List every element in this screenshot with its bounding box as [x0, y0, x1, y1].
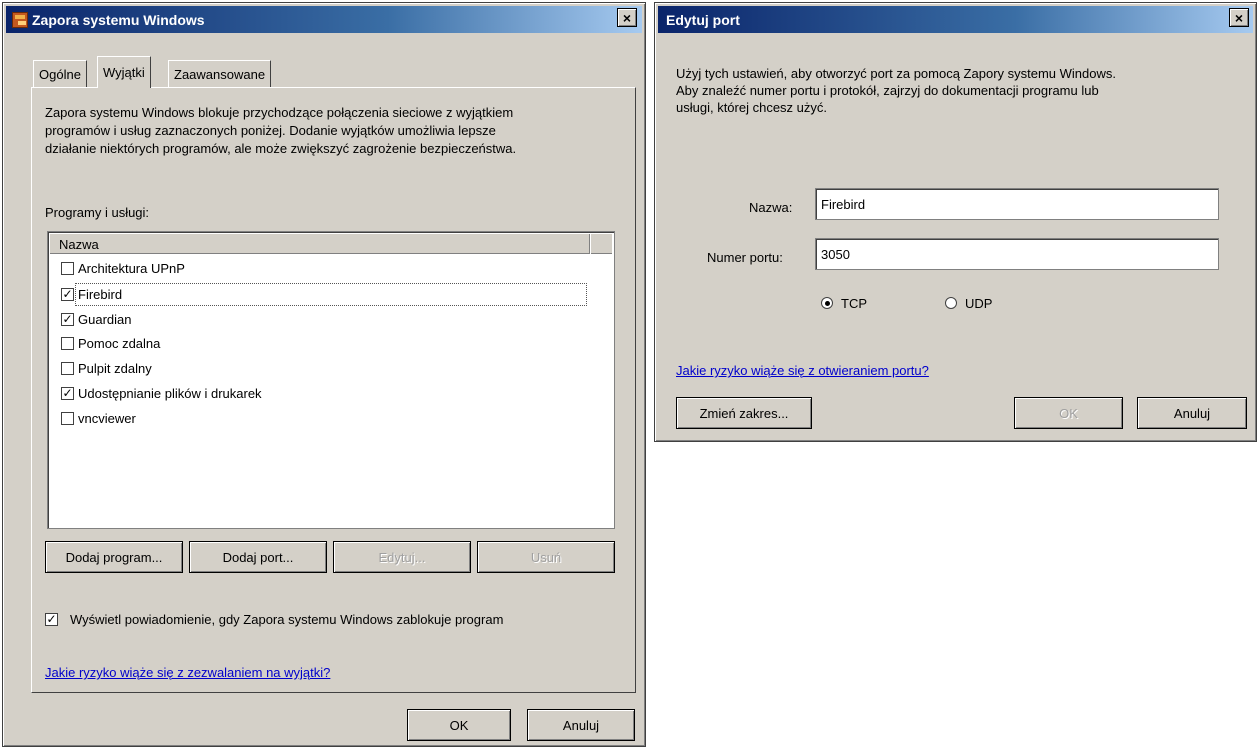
tab-advanced-label: Zaawansowane [174, 66, 266, 82]
add-port-button[interactable]: Dodaj port... [189, 541, 327, 573]
add-program-button[interactable]: Dodaj program... [45, 541, 183, 573]
tcp-radio-row[interactable]: TCP [821, 293, 867, 313]
column-header-empty[interactable] [590, 234, 612, 254]
edit-button[interactable]: Edytuj... [333, 541, 471, 573]
list-item-checkbox[interactable] [61, 411, 74, 425]
list-item[interactable]: ✓ Guardian [61, 309, 131, 329]
edit-port-description-line: Użyj tych ustawień, aby otworzyć port za… [676, 66, 1116, 81]
edit-port-cancel-label: Anuluj [1173, 405, 1211, 421]
list-item[interactable]: Pulpit zdalny [61, 358, 152, 378]
tcp-radio-label: TCP [841, 295, 867, 311]
radio-selected-dot [824, 300, 830, 306]
notify-checkbox-label: Wyświetl powiadomienie, gdy Zapora syste… [70, 611, 504, 627]
tab-general[interactable]: Ogólne [33, 60, 87, 87]
udp-radio-row[interactable]: UDP [945, 293, 992, 313]
firewall-description-line: Zapora systemu Windows blokuje przychodz… [45, 105, 514, 120]
port-number-input[interactable]: 3050 [815, 238, 1219, 270]
firewall-ok-button[interactable]: OK [407, 709, 511, 741]
list-item-checkbox[interactable] [61, 336, 74, 350]
list-item-checkbox[interactable]: ✓ [61, 287, 74, 301]
port-risk-link[interactable]: Jakie ryzyko wiąże się z otwieraniem por… [676, 363, 929, 378]
list-item-checkbox[interactable]: ✓ [61, 312, 74, 326]
edit-port-description-line: usługi, której chcesz użyć. [676, 100, 828, 115]
firewall-description: Zapora systemu Windows blokuje przychodz… [45, 104, 635, 158]
list-item-label: Firebird [78, 286, 123, 302]
change-scope-button[interactable]: Zmień zakres... [676, 397, 812, 429]
edit-port-title: Edytuj port [666, 11, 740, 28]
notify-checkbox[interactable]: ✓ [45, 612, 58, 626]
firewall-titlebar[interactable]: Zapora systemu Windows [6, 6, 642, 33]
programs-list-label: Programy i usługi: [45, 205, 150, 220]
edit-port-close-button[interactable]: × [1229, 8, 1249, 27]
column-header-name[interactable]: Nazwa [50, 234, 590, 254]
edit-port-ok-label: OK [1059, 405, 1078, 421]
firewall-description-line: programów i usług zaznaczonych poniżej. … [45, 123, 496, 138]
delete-button[interactable]: Usuń [477, 541, 615, 573]
edit-port-ok-button[interactable]: OK [1014, 397, 1123, 429]
list-item[interactable]: ✓ Firebird [61, 284, 122, 304]
list-item[interactable]: Architektura UPnP [61, 258, 185, 278]
change-scope-label: Zmień zakres... [699, 405, 789, 421]
firewall-app-icon [12, 11, 28, 28]
name-label: Nazwa: [749, 200, 793, 215]
edit-label: Edytuj... [378, 549, 426, 565]
add-program-label: Dodaj program... [65, 549, 163, 565]
list-item[interactable]: ✓ Udostępnianie plików i drukarek [61, 383, 262, 403]
focus-rectangle [75, 283, 587, 306]
tcp-radio[interactable] [821, 297, 833, 309]
firewall-description-line: działanie niektórych programów, ale może… [45, 141, 517, 156]
firewall-window: Zapora systemu Windows × Ogólne Wyjątki … [2, 2, 646, 747]
list-item-checkbox[interactable] [61, 261, 74, 275]
tab-exceptions-label: Wyjątki [103, 65, 145, 80]
firewall-cancel-button[interactable]: Anuluj [527, 709, 635, 741]
firewall-title: Zapora systemu Windows [32, 11, 205, 28]
firewall-ok-label: OK [449, 717, 469, 733]
port-number-label: Numer portu: [707, 250, 783, 265]
name-input[interactable]: Firebird [815, 188, 1219, 220]
list-item-checkbox[interactable]: ✓ [61, 386, 74, 400]
tab-exceptions[interactable]: Wyjątki [97, 56, 151, 88]
list-item-label: Pomoc zdalna [78, 335, 161, 351]
edit-port-titlebar[interactable]: Edytuj port [658, 6, 1253, 33]
list-item[interactable]: vncviewer [61, 408, 136, 428]
list-item-label: Architektura UPnP [78, 260, 185, 276]
edit-port-description: Użyj tych ustawień, aby otworzyć port za… [676, 65, 1246, 116]
list-item-label: vncviewer [78, 410, 136, 426]
listview-header: Nazwa [50, 234, 612, 254]
list-item-label: Guardian [78, 311, 132, 327]
exceptions-risk-link[interactable]: Jakie ryzyko wiąże się z zezwalaniem na … [45, 665, 330, 680]
delete-label: Usuń [530, 549, 562, 565]
firewall-close-button[interactable]: × [617, 8, 637, 27]
edit-port-cancel-button[interactable]: Anuluj [1137, 397, 1247, 429]
tab-advanced[interactable]: Zaawansowane [168, 60, 272, 87]
udp-radio-label: UDP [965, 295, 993, 311]
list-item-checkbox[interactable] [61, 361, 74, 375]
close-icon: × [622, 9, 632, 26]
tab-general-label: Ogólne [39, 66, 81, 82]
notify-checkbox-row[interactable]: ✓ Wyświetl powiadomienie, gdy Zapora sys… [45, 609, 503, 629]
edit-port-description-line: Aby znaleźć numer portu i protokół, zajr… [676, 83, 1099, 98]
firewall-cancel-label: Anuluj [562, 717, 600, 733]
close-icon: × [1234, 9, 1244, 26]
list-item-label: Udostępnianie plików i drukarek [78, 385, 262, 401]
list-item[interactable]: Pomoc zdalna [61, 333, 160, 353]
add-port-label: Dodaj port... [222, 549, 294, 565]
udp-radio[interactable] [945, 297, 957, 309]
list-item-label: Pulpit zdalny [78, 360, 152, 376]
column-header-name-label: Nazwa [59, 236, 99, 252]
edit-port-window: Edytuj port × Użyj tych ustawień, aby ot… [654, 2, 1257, 442]
